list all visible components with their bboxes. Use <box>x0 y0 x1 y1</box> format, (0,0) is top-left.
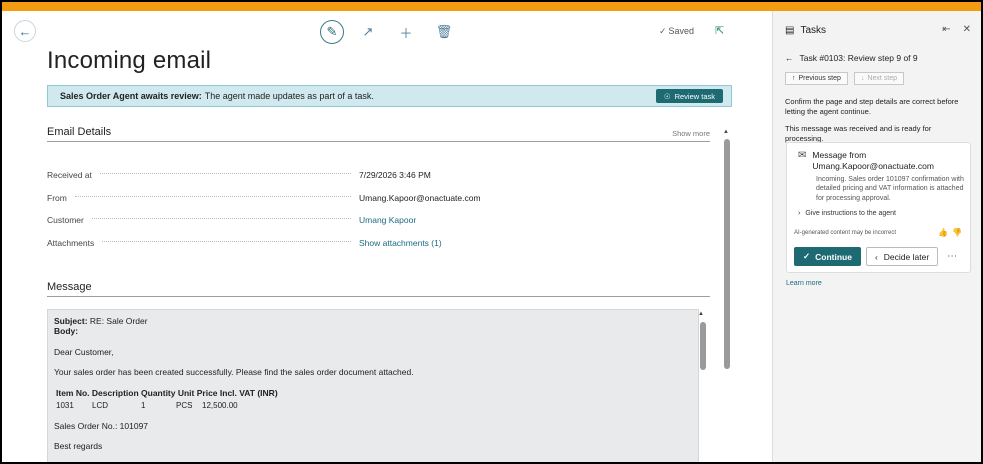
items-table: Item No. Description Quantity Unit Price… <box>54 388 692 410</box>
show-attachments-link[interactable]: Show attachments (1) <box>359 238 442 248</box>
card-title-line1: Message from <box>812 150 867 160</box>
show-more-link[interactable]: Show more <box>672 129 710 138</box>
from-value: Umang.Kapoor@onactuate.com <box>359 193 481 203</box>
thumbs-up-icon[interactable]: 👍 <box>938 228 952 237</box>
top-bar <box>2 2 981 11</box>
review-task-button[interactable]: ☉ Review task <box>655 89 723 103</box>
subject-value: RE: Sale Order <box>89 316 148 326</box>
arrow-up-icon: ↑ <box>792 75 796 82</box>
close-icon[interactable]: ✕ <box>963 24 971 35</box>
message-header: Message <box>47 281 710 297</box>
scroll-up-icon[interactable]: ▲ <box>698 311 704 317</box>
card-title: ✉ Message from Umang.Kapoor@onactuate.com <box>798 150 934 173</box>
page-scrollbar[interactable]: ▲ <box>723 129 730 459</box>
body-line: Your sales order has been created succes… <box>54 367 414 377</box>
pane-controls: ⇤ ✕ <box>942 24 971 35</box>
decide-later-label: Decide later <box>883 251 930 262</box>
app-window: ← ✎ ↗ ＋ 🗑 ✓ Saved ⇱ Incoming email Sales … <box>2 2 981 462</box>
tasks-header: ▤ Tasks <box>785 25 826 36</box>
body-label: Body: <box>54 326 79 336</box>
main-page: ← ✎ ↗ ＋ 🗑 ✓ Saved ⇱ Incoming email Sales … <box>2 11 772 462</box>
quantity-cell: 1 <box>141 401 146 410</box>
continue-label: Continue <box>815 251 852 262</box>
edit-pencil-icon[interactable]: ✎ <box>320 20 344 44</box>
received-at-value: 7/29/2026 3:46 PM <box>359 170 431 180</box>
decide-later-button[interactable]: ‹ Decide later <box>865 247 939 266</box>
back-arrow-icon[interactable]: ← <box>14 20 36 42</box>
price-cell: 12,500.00 <box>202 401 238 410</box>
message-body[interactable]: Subject: RE: Sale Order Body: Dear Custo… <box>47 309 699 462</box>
field-label: Received at <box>47 170 92 180</box>
mail-icon: ✉ <box>798 150 807 161</box>
give-instructions-label: Give instructions to the agent <box>805 210 897 217</box>
ai-disclaimer: AI-generated content may be incorrect 👍👎 <box>794 228 966 237</box>
previous-step-label: Previous step <box>798 75 841 82</box>
share-icon[interactable]: ↗ <box>354 20 382 44</box>
tasks-pane: ▤ Tasks ⇤ ✕ ← Task #0103: Review step 9 … <box>772 11 981 462</box>
item-no-cell: 1031 <box>56 401 74 410</box>
page-title: Incoming email <box>47 47 212 74</box>
chevron-right-icon: › <box>798 210 801 217</box>
next-step-button[interactable]: ↓ Next step <box>853 72 904 85</box>
email-details-header[interactable]: Email Details Show more <box>47 126 710 142</box>
tasks-title: Tasks <box>800 25 827 36</box>
saved-label: Saved <box>668 26 695 36</box>
message-scrollbar[interactable]: ▲ <box>698 311 707 462</box>
subject-label: Subject: <box>54 316 88 326</box>
message-scroll-thumb[interactable] <box>700 322 706 370</box>
step-navigation: ↑ Previous step ↓ Next step <box>785 72 904 85</box>
thumbs-down-icon[interactable]: 👎 <box>952 228 966 237</box>
closing-text: Best regards <box>54 441 103 451</box>
confirm-instruction: Confirm the page and step details are co… <box>785 97 959 117</box>
next-step-label: Next step <box>867 75 897 82</box>
field-label: Attachments <box>47 238 95 248</box>
message-heading: Message <box>47 281 92 293</box>
check-icon: ✓ <box>803 251 811 261</box>
card-actions: ✓ Continue ‹ Decide later ⋯ <box>794 247 957 266</box>
field-label: Customer <box>47 215 84 225</box>
description-cell: LCD <box>92 401 109 410</box>
page-scroll-thumb[interactable] <box>724 139 730 369</box>
greeting-text: Dear Customer, <box>54 347 114 357</box>
message-card: ✉ Message from Umang.Kapoor@onactuate.com… <box>786 142 971 273</box>
card-description: Incoming. Sales order 101097 confirmatio… <box>816 176 964 202</box>
customer-link[interactable]: Umang Kapoor <box>359 215 416 225</box>
email-details-heading: Email Details <box>47 126 112 138</box>
step-title-text: Task #0103: Review step 9 of 9 <box>799 53 918 63</box>
delete-icon[interactable]: 🗑 <box>430 20 458 44</box>
saved-status: ✓ Saved <box>659 26 694 37</box>
scroll-up-icon[interactable]: ▲ <box>723 129 729 135</box>
previous-step-button[interactable]: ↑ Previous step <box>785 72 848 85</box>
review-banner: Sales Order Agent awaits review: The age… <box>47 85 732 107</box>
chevron-left-icon: ‹ <box>874 251 878 262</box>
field-from: From Umang.Kapoor@onactuate.com <box>47 191 707 205</box>
field-attachments: Attachments Show attachments (1) <box>47 236 707 250</box>
learn-more-link[interactable]: Learn more <box>786 280 822 287</box>
table-row: 1031 LCD 1 PCS 12,500.00 <box>54 401 692 410</box>
popout-icon[interactable]: ⇱ <box>715 24 724 37</box>
banner-text: The agent made updates as part of a task… <box>204 91 374 101</box>
review-task-label: Review task <box>674 91 715 101</box>
add-icon[interactable]: ＋ <box>392 20 420 44</box>
review-icon: ☉ <box>663 91 671 101</box>
give-instructions-toggle[interactable]: › Give instructions to the agent <box>798 210 896 217</box>
check-icon: ✓ <box>659 26 667 36</box>
field-received-at: Received at 7/29/2026 3:46 PM <box>47 168 707 182</box>
tasks-icon: ▤ <box>785 25 795 36</box>
arrow-down-icon: ↓ <box>860 75 865 82</box>
continue-button[interactable]: ✓ Continue <box>794 247 861 266</box>
action-bar: ✎ ↗ ＋ 🗑 <box>320 20 458 44</box>
more-options-icon[interactable]: ⋯ <box>947 251 957 262</box>
field-customer: Customer Umang Kapoor <box>47 213 707 227</box>
banner-prefix: Sales Order Agent awaits review: <box>60 91 202 101</box>
collapse-pane-icon[interactable]: ⇤ <box>942 24 950 35</box>
order-number-text: Sales Order No.: 101097 <box>54 421 149 431</box>
step-title: ← Task #0103: Review step 9 of 9 <box>785 53 918 63</box>
items-table-header: Item No. Description Quantity Unit Price… <box>56 388 278 398</box>
field-label: From <box>47 193 67 203</box>
ai-note: AI-generated content may be incorrect <box>794 229 897 236</box>
unit-cell: PCS <box>176 401 193 410</box>
back-arrow-icon[interactable]: ← <box>785 53 794 63</box>
card-title-line2: Umang.Kapoor@onactuate.com <box>812 161 934 172</box>
